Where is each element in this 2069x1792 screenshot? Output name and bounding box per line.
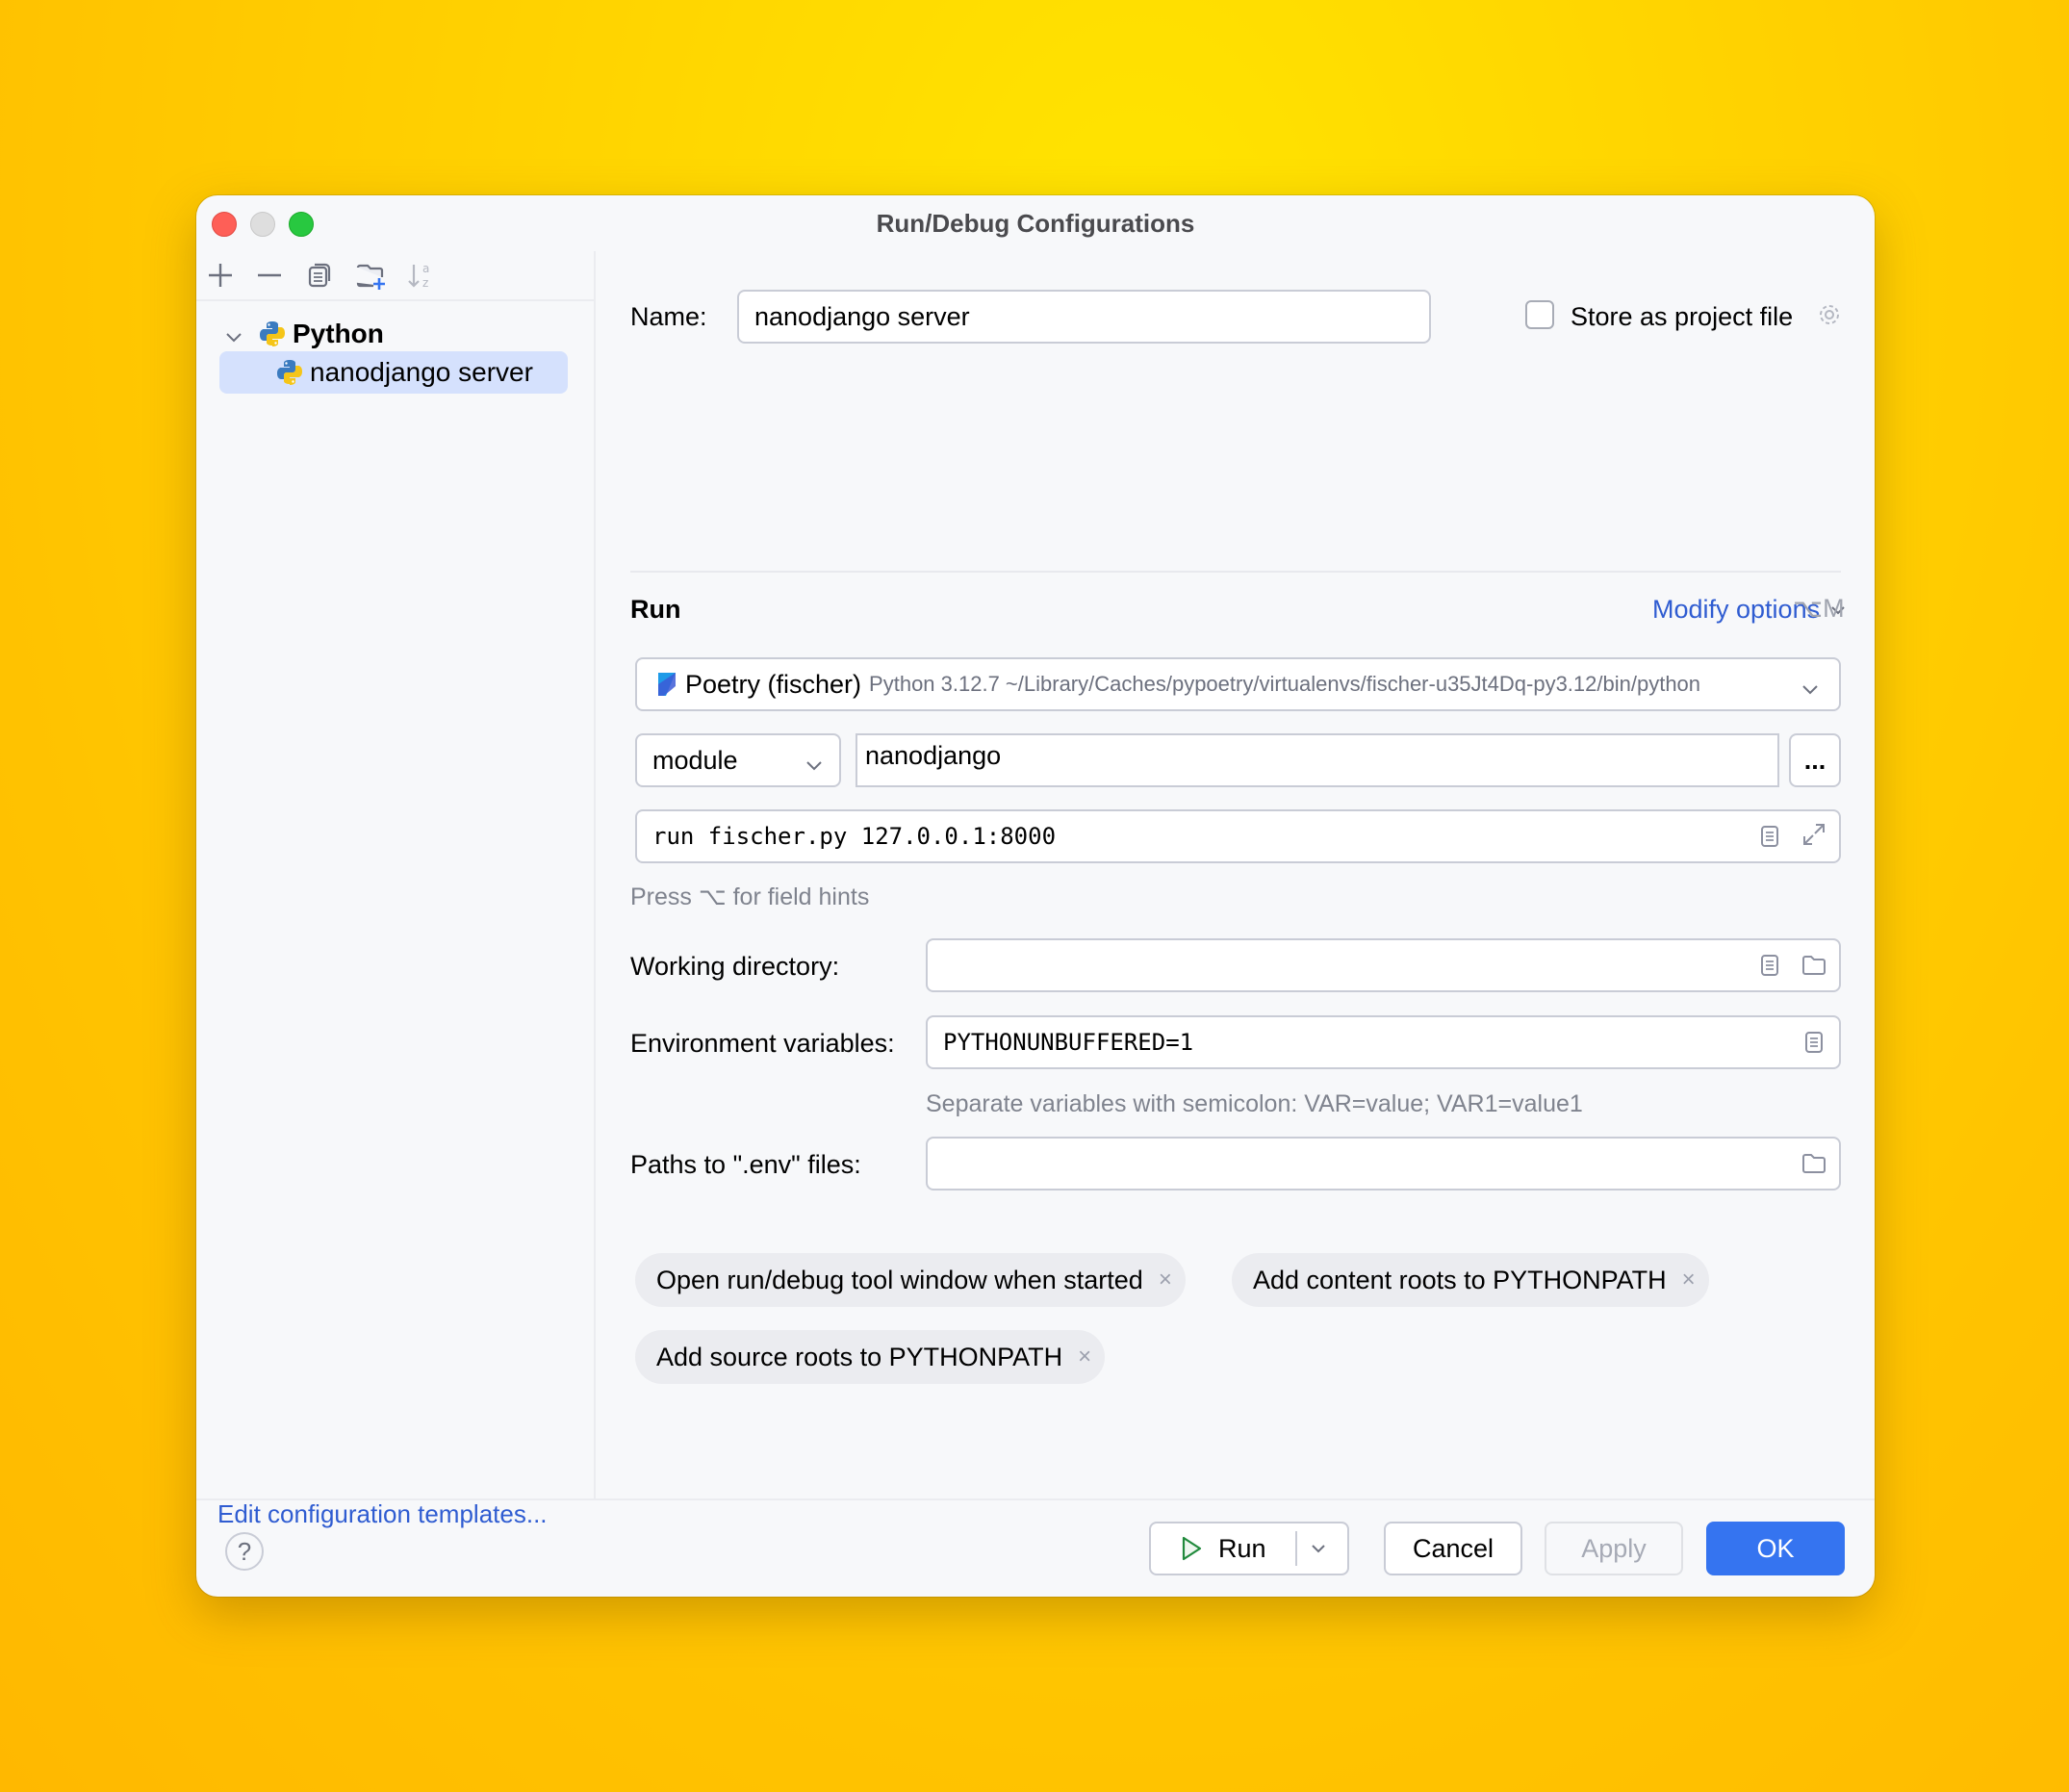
run-button-label: Run — [1218, 1533, 1266, 1563]
window-title: Run/Debug Configurations — [876, 209, 1195, 238]
expand-icon[interactable] — [1801, 821, 1827, 848]
name-label: Name: — [630, 302, 707, 331]
configurations-sidebar: az Python nanodjango server Edit configu… — [196, 251, 596, 1528]
close-icon[interactable]: × — [1159, 1267, 1172, 1293]
env-files-input[interactable] — [926, 1137, 1841, 1190]
environment-variables-input[interactable]: PYTHONUNBUFFERED=1 — [926, 1015, 1841, 1069]
environment-variables-hint: Separate variables with semicolon: VAR=v… — [926, 1090, 1583, 1117]
interpreter-path: Python 3.12.7 ~/Library/Caches/pypoetry/… — [869, 672, 1701, 696]
modify-options-shortcut: ⌥M — [1793, 594, 1845, 623]
chevron-down-icon[interactable] — [1309, 1539, 1328, 1558]
target-type-dropdown[interactable]: module — [635, 733, 841, 787]
list-icon[interactable] — [1756, 823, 1783, 850]
module-name-value: nanodjango — [865, 741, 1002, 770]
name-input-value: nanodjango server — [754, 301, 970, 331]
run-button[interactable]: Run — [1149, 1522, 1349, 1575]
cancel-button[interactable]: Cancel — [1384, 1522, 1522, 1575]
copy-icon[interactable] — [304, 259, 337, 292]
run-debug-configurations-dialog: Run/Debug Configurations az Python nanod… — [196, 195, 1875, 1597]
tree-item-nanodjango-server[interactable]: nanodjango server — [219, 351, 568, 394]
python-icon — [258, 320, 287, 348]
chevron-down-icon — [805, 752, 824, 771]
dialog-footer: ? Run Cancel Apply OK — [196, 1498, 1875, 1597]
run-section-title: Run — [630, 595, 681, 624]
sort-alpha-icon[interactable]: az — [404, 259, 437, 292]
interpreter-dropdown[interactable]: Poetry (fischer) Python 3.12.7 ~/Library… — [635, 657, 1841, 711]
apply-button[interactable]: Apply — [1545, 1522, 1683, 1575]
option-chip[interactable]: Add content roots to PYTHONPATH × — [1232, 1253, 1709, 1307]
working-directory-input[interactable] — [926, 938, 1841, 992]
sidebar-toolbar: az — [196, 251, 594, 301]
store-as-project-file-checkbox[interactable] — [1525, 300, 1554, 329]
python-icon — [275, 358, 304, 387]
title-bar: Run/Debug Configurations — [196, 195, 1875, 251]
help-icon[interactable]: ? — [225, 1532, 264, 1571]
script-parameters-input[interactable]: run fischer.py 127.0.0.1:8000 — [635, 809, 1841, 863]
folder-icon[interactable] — [1801, 1150, 1827, 1177]
option-chip-label: Add source roots to PYTHONPATH — [656, 1342, 1063, 1371]
option-chip-label: Add content roots to PYTHONPATH — [1253, 1265, 1667, 1294]
option-chip[interactable]: Open run/debug tool window when started … — [635, 1253, 1186, 1307]
list-icon[interactable] — [1801, 1029, 1827, 1056]
new-folder-icon[interactable] — [354, 259, 387, 292]
working-directory-label: Working directory: — [630, 952, 840, 981]
gear-icon[interactable] — [1816, 301, 1843, 328]
list-icon[interactable] — [1756, 952, 1783, 979]
store-as-project-file-label[interactable]: Store as project file — [1571, 302, 1793, 332]
interpreter-name: Poetry (fischer) — [685, 669, 862, 699]
browse-module-button[interactable]: ... — [1789, 733, 1841, 787]
svg-text:a: a — [422, 262, 429, 275]
chevron-down-icon[interactable] — [223, 323, 244, 345]
environment-variables-value: PYTHONUNBUFFERED=1 — [943, 1029, 1194, 1056]
env-files-label: Paths to ".env" files: — [630, 1150, 861, 1179]
section-divider — [630, 571, 1841, 573]
close-icon[interactable]: × — [1682, 1267, 1696, 1293]
module-name-input[interactable]: nanodjango — [856, 733, 1779, 787]
minus-icon[interactable] — [253, 259, 286, 292]
script-parameters-value: run fischer.py 127.0.0.1:8000 — [652, 823, 1057, 850]
chevron-down-icon — [1801, 676, 1820, 695]
option-chip-label: Open run/debug tool window when started — [656, 1265, 1143, 1294]
field-hints-text: Press ⌥ for field hints — [630, 883, 870, 910]
tree-item-label: nanodjango server — [310, 357, 533, 387]
target-type-value: module — [652, 745, 738, 775]
split-divider — [1295, 1531, 1297, 1566]
ok-button[interactable]: OK — [1706, 1522, 1845, 1575]
option-chip[interactable]: Add source roots to PYTHONPATH × — [635, 1330, 1106, 1384]
plus-icon[interactable] — [204, 259, 237, 292]
name-input[interactable]: nanodjango server — [737, 290, 1431, 344]
browse-button-label: ... — [1803, 745, 1826, 775]
tree-group-python[interactable]: Python — [223, 313, 384, 355]
environment-variables-label: Environment variables: — [630, 1029, 895, 1058]
svg-text:z: z — [422, 276, 428, 290]
folder-icon[interactable] — [1801, 952, 1827, 979]
tree-group-label: Python — [293, 319, 384, 348]
poetry-icon — [656, 671, 677, 698]
play-icon — [1182, 1536, 1202, 1561]
close-icon[interactable]: × — [1078, 1344, 1091, 1370]
configuration-editor: Name: nanodjango server Store as project… — [596, 251, 1875, 1498]
